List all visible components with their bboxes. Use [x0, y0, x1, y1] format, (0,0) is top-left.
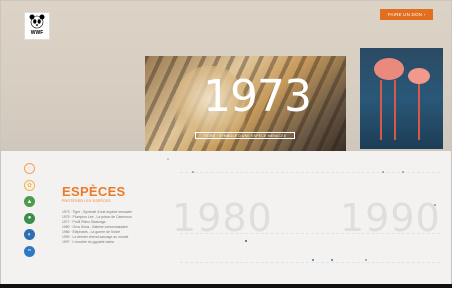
wave-icon[interactable]: ≈	[24, 245, 35, 257]
footer-bar	[0, 284, 452, 288]
timeline-list: 1973 · Tigre - Symbole d'une espèce mena…	[62, 210, 162, 245]
category-sidebar: ◌ ✿ ▲ ● ◐ ≈	[24, 163, 38, 262]
timeline-dot[interactable]	[312, 259, 314, 261]
timeline-dot[interactable]	[245, 240, 247, 242]
flamingo-leg	[380, 80, 382, 140]
flamingo-image[interactable]	[360, 48, 443, 149]
timeline-dot[interactable]	[192, 171, 194, 173]
section-subtitle: Protéger les espèces	[62, 199, 111, 203]
tiger-hero-image[interactable]: 1973 Tigre : Symbole d'une espèce menacé…	[145, 56, 346, 151]
donate-button[interactable]: Faire un don ›	[380, 9, 433, 20]
timeline-gridline	[180, 172, 440, 173]
decade-label: 1990	[340, 196, 441, 240]
flamingo-body-2	[408, 68, 430, 84]
hero-year: 1973	[203, 71, 312, 122]
timeline-gridline	[180, 262, 440, 263]
timeline-dot[interactable]	[167, 158, 169, 160]
section-title: ESPÈCES	[62, 184, 126, 199]
water-drop-icon[interactable]: ◐	[24, 229, 35, 240]
forest-icon[interactable]: ▲	[24, 196, 35, 207]
timeline-dot[interactable]	[402, 171, 404, 173]
decade-label: 1980	[172, 196, 273, 240]
flamingo-leg	[394, 80, 396, 140]
globe-icon[interactable]: ◌	[24, 163, 35, 174]
timeline-dot[interactable]	[434, 204, 436, 206]
wwf-logo[interactable]: WWF	[24, 12, 50, 40]
panda-icon	[29, 14, 45, 29]
logo-text: WWF	[30, 30, 44, 36]
flamingo-body	[374, 58, 404, 80]
timeline-dot[interactable]	[382, 171, 384, 173]
hero-caption[interactable]: Tigre : Symbole d'une espèce menacée	[195, 132, 295, 139]
timeline-item[interactable]: 1997 · L'envolée du gypaète barbu	[62, 240, 162, 245]
leaf-icon[interactable]: ●	[24, 212, 35, 224]
animal-paw-icon[interactable]: ✿	[24, 179, 35, 191]
timeline-dot[interactable]	[365, 259, 367, 261]
timeline-dot[interactable]	[331, 259, 333, 261]
flamingo-leg	[418, 84, 420, 140]
